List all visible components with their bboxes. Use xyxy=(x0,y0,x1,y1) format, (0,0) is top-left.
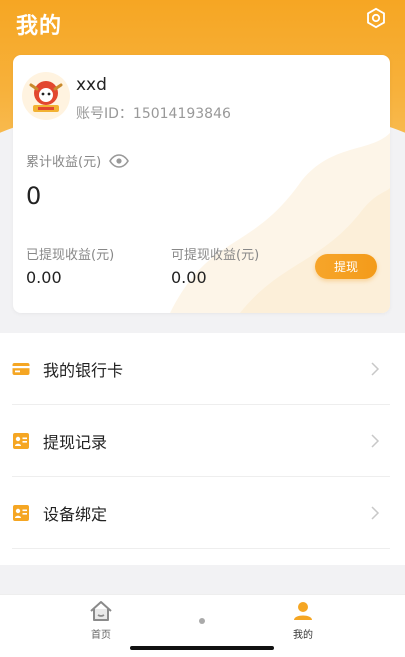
chevron-right-icon xyxy=(371,433,380,448)
menu-item-label: 我的银行卡 xyxy=(43,360,124,380)
tab-home-label: 首页 xyxy=(91,630,111,641)
bank-card-icon xyxy=(12,362,30,375)
device-icon xyxy=(13,504,29,521)
user-icon xyxy=(294,602,312,620)
tab-bar: 首页 我的 xyxy=(0,594,405,657)
menu-list: 我的银行卡 提现记录 设备绑定 xyxy=(0,333,405,565)
menu-item-label: 提现记录 xyxy=(43,432,108,452)
total-earnings-label: 累计收益(元) xyxy=(26,151,130,170)
tab-mine[interactable]: 我的 xyxy=(273,599,333,641)
eye-icon[interactable] xyxy=(109,153,130,168)
withdrawn-label: 已提现收益(元) xyxy=(26,248,115,263)
page-title: 我的 xyxy=(16,14,63,39)
chevron-right-icon xyxy=(371,505,380,520)
avatar[interactable] xyxy=(21,71,71,121)
settings-icon[interactable] xyxy=(365,7,387,29)
chevron-right-icon xyxy=(371,361,380,376)
menu-item-label: 设备绑定 xyxy=(43,504,108,524)
total-earnings-value: 0 xyxy=(26,182,42,210)
page-indicator-dot xyxy=(199,618,205,624)
username: xxd xyxy=(76,75,107,95)
menu-item-withdraw-record[interactable]: 提现记录 xyxy=(12,405,390,477)
record-icon xyxy=(13,432,29,449)
tab-mine-label: 我的 xyxy=(293,630,313,641)
available-value: 0.00 xyxy=(171,268,207,287)
withdraw-button[interactable]: 提现 xyxy=(315,254,377,279)
earnings-card: xxd 账号ID：15014193846 累计收益(元) 0 已提现收益(元) … xyxy=(13,55,390,313)
tab-home[interactable]: 首页 xyxy=(71,599,131,641)
withdrawn-value: 0.00 xyxy=(26,268,62,287)
menu-item-device-binding[interactable]: 设备绑定 xyxy=(12,477,390,549)
account-id: 账号ID：15014193846 xyxy=(76,106,231,122)
menu-item-bank-card[interactable]: 我的银行卡 xyxy=(12,333,390,405)
available-label: 可提现收益(元) xyxy=(171,248,260,263)
card-decoration xyxy=(170,133,390,313)
home-icon xyxy=(90,601,112,621)
home-indicator xyxy=(130,646,274,650)
total-earnings-label-text: 累计收益(元) xyxy=(26,155,102,170)
